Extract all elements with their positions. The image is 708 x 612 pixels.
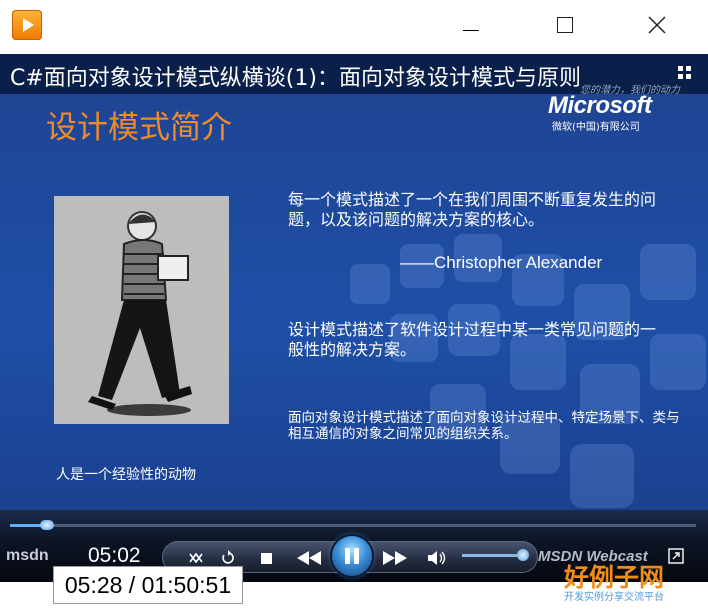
previous-icon[interactable] bbox=[292, 546, 326, 570]
grid-menu-icon[interactable] bbox=[678, 66, 694, 80]
media-player-app-icon[interactable] bbox=[12, 10, 42, 40]
seek-bar[interactable] bbox=[10, 524, 696, 527]
quote-author: ——Christopher Alexander bbox=[400, 253, 603, 272]
video-area[interactable]: C#面向对象设计模式纵横谈(1)：面向对象设计模式与原则 您的潜力，我们的动力 … bbox=[0, 54, 708, 540]
slide-header: C#面向对象设计模式纵横谈(1)：面向对象设计模式与原则 您的潜力，我们的动力 bbox=[0, 54, 708, 96]
minimize-icon[interactable] bbox=[456, 10, 486, 40]
quote-text: 每一个模式描述了一个在我们周围不断重复发生的问题，以及该问题的解决方案的核心。 bbox=[288, 190, 657, 229]
pause-icon[interactable] bbox=[332, 536, 372, 576]
current-time: 05:02 bbox=[88, 544, 141, 567]
fullscreen-icon[interactable] bbox=[668, 548, 684, 564]
volume-icon[interactable] bbox=[426, 548, 448, 568]
next-icon[interactable] bbox=[378, 546, 412, 570]
photo-caption: 人是一个经验性的动物 bbox=[56, 467, 196, 483]
msdn-logo: msdn bbox=[6, 547, 49, 564]
maximize-icon[interactable] bbox=[550, 10, 580, 40]
close-icon[interactable] bbox=[642, 10, 672, 40]
shuffle-icon[interactable] bbox=[186, 548, 206, 568]
microsoft-china-label: 微软(中国)有限公司 bbox=[552, 122, 640, 133]
microsoft-logo: Microsoft bbox=[548, 92, 652, 119]
section-title: 设计模式简介 bbox=[46, 110, 232, 146]
seek-time-tooltip: 05:28 / 01:50:51 bbox=[53, 566, 243, 604]
walking-man-illustration bbox=[54, 196, 229, 424]
seek-bar-thumb[interactable] bbox=[40, 520, 55, 530]
volume-slider-thumb[interactable] bbox=[517, 549, 529, 561]
design-pattern-definition: 设计模式描述了软件设计过程中某一类常见问题的一般性的解决方案。 bbox=[288, 320, 657, 359]
stop-icon[interactable] bbox=[258, 550, 274, 566]
window-titlebar bbox=[0, 0, 708, 50]
repeat-icon[interactable] bbox=[218, 548, 238, 568]
oo-design-pattern-definition: 面向对象设计模式描述了面向对象设计过程中、特定场景下、类与相互通信的对象之间常见… bbox=[288, 410, 680, 442]
watermark-subtitle: 开发实例分享交流平台 bbox=[564, 592, 664, 603]
slide-title: C#面向对象设计模式纵横谈(1)：面向对象设计模式与原则 bbox=[10, 66, 581, 91]
